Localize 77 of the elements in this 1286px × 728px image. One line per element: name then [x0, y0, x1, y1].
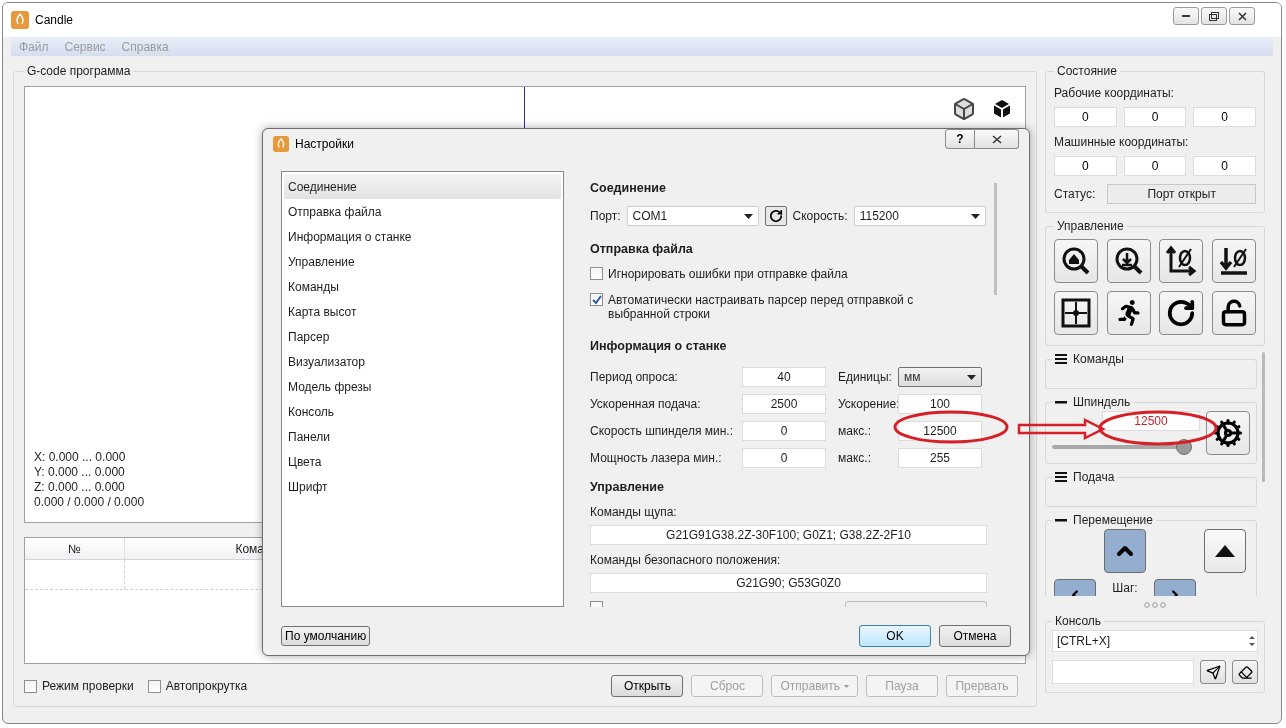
toolbar-button[interactable]: Открыть [611, 675, 684, 697]
section-heading: Отправка файла [590, 242, 694, 256]
settings-list-item[interactable]: Карта высот [284, 299, 561, 324]
settings-list-item[interactable]: Панели [284, 424, 561, 449]
coordinate-readout: Z: 0.000 ... 0.000 [34, 480, 125, 495]
section-heading: Информация о станке [590, 339, 728, 353]
field-label: Порт: [590, 209, 621, 223]
ok-button[interactable]: OK [859, 625, 931, 647]
field-label: Мощность лазера мин.: [590, 451, 723, 465]
number-field[interactable]: 0 [742, 448, 826, 468]
column-header[interactable]: № [25, 538, 125, 559]
settings-list-item[interactable]: Управление [284, 249, 561, 274]
coordinate-readout: X: 0.000 ... 0.000 [34, 450, 126, 465]
section-title[interactable]: Перемещение [1073, 513, 1153, 527]
group-title: G-code программа [26, 64, 132, 78]
checkbox-label: Игнорировать ошибки при отправке файла [608, 267, 848, 281]
coordinate-field[interactable]: 0 [1054, 156, 1117, 176]
defaults-button[interactable]: По умолчанию [281, 626, 371, 646]
speed-select[interactable]: 115200 [853, 206, 986, 226]
number-field[interactable]: 2500 [742, 394, 826, 414]
coordinate-field[interactable]: 0 [1193, 156, 1256, 176]
coordinate-readout: 0.000 / 0.000 / 0.000 [34, 495, 145, 510]
dialog-title: Настройки [295, 137, 354, 151]
section-title[interactable]: Команды [1073, 352, 1124, 366]
section-title[interactable]: Подача [1073, 470, 1115, 484]
settings-list-item[interactable]: Цвета [284, 449, 561, 474]
field-label: Команды щупа: [590, 505, 677, 519]
window-title: Candle [35, 13, 74, 27]
number-field[interactable]: 12500 [898, 421, 982, 441]
field-label: Скорость шпинделя мин.: [590, 424, 734, 438]
field-label: макс.: [837, 424, 872, 438]
coordinate-field[interactable]: 0 [1123, 107, 1187, 127]
field-label: Период опроса: [590, 370, 679, 384]
checkbox-label: Автопрокрутка [165, 679, 248, 693]
field-label: Команды безопасного положения: [590, 553, 781, 567]
coordinate-field[interactable]: 0 [1123, 156, 1187, 176]
settings-list-item[interactable]: Соединение [284, 174, 561, 199]
field-label: Машинные координаты: [1054, 135, 1190, 149]
section-heading: Управление [590, 480, 665, 494]
command-field[interactable]: G21G90; G53G0Z0 [590, 573, 987, 593]
field-label: Ускоренная подача: [590, 397, 702, 411]
field-label: Статус: [1054, 187, 1096, 201]
field-label: Единицы: [837, 370, 893, 384]
group-title: Состояние [1056, 64, 1118, 78]
coordinate-field[interactable]: 0 [1193, 107, 1256, 127]
group-title: Консоль [1054, 614, 1103, 628]
field-label: макс.: [837, 451, 872, 465]
section-heading: Соединение [590, 181, 667, 195]
coordinate-readout: Y: 0.000 ... 0.000 [34, 465, 125, 480]
settings-list-item[interactable]: Информация о станке [284, 224, 561, 249]
port-select[interactable]: COM1 [626, 206, 759, 226]
help-button[interactable]: ? [945, 129, 975, 149]
section-title[interactable]: Шпиндель [1073, 395, 1131, 409]
settings-list-item[interactable]: Модель фрезы [284, 374, 561, 399]
settings-list-item[interactable]: Команды [284, 274, 561, 299]
settings-list-item[interactable]: Парсер [284, 324, 561, 349]
field-label: Рабочие координаты: [1054, 86, 1175, 100]
coordinate-field[interactable]: 0 [1054, 107, 1117, 127]
settings-list-item[interactable]: Консоль [284, 399, 561, 424]
step-label: Шаг: [1112, 580, 1138, 595]
cancel-button[interactable]: Отмена [939, 625, 1011, 647]
group-title: Управление [1056, 219, 1125, 233]
status-field: Порт открыт [1107, 184, 1256, 204]
settings-list-item[interactable]: Шрифт [284, 474, 561, 499]
number-field[interactable]: 100 [898, 394, 982, 414]
number-field[interactable]: 40 [742, 367, 826, 387]
settings-list-item[interactable]: Визуализатор [284, 349, 561, 374]
number-field[interactable]: 255 [898, 448, 982, 468]
checkbox-label: Режим проверки [42, 679, 134, 693]
field-label: Ускорение: [837, 397, 898, 411]
field-label: Скорость: [792, 209, 848, 223]
settings-list-item[interactable]: Отправка файла [284, 199, 561, 224]
console-history-field[interactable]: [CTRL+X] [1052, 630, 1258, 652]
checkbox-label: Автоматически настраивать парсер перед отправкой с выбранной строки [608, 293, 915, 321]
command-field[interactable]: G21G91G38.2Z-30F100; G0Z1; G38.2Z-2F10 [590, 525, 987, 545]
number-field[interactable]: 0 [742, 421, 826, 441]
units-select[interactable]: мм [898, 367, 982, 387]
